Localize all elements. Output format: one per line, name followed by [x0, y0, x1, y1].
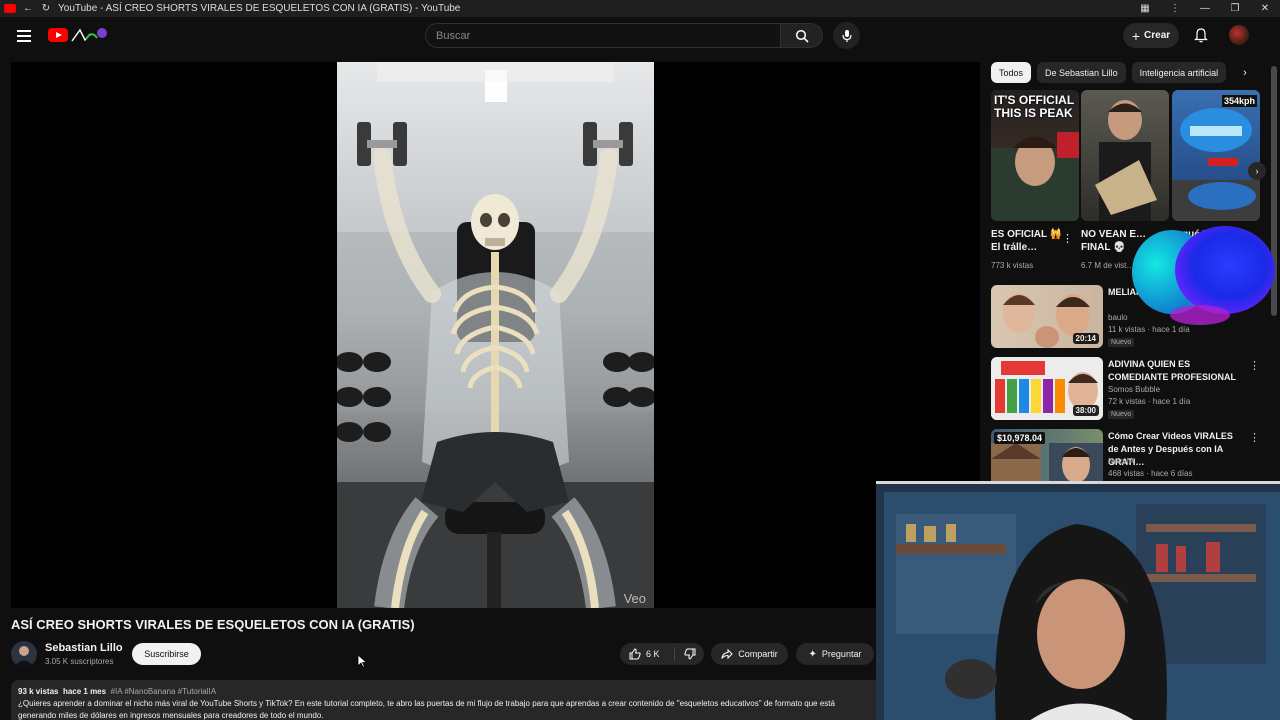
- view-count: 93 k vistas: [18, 687, 59, 696]
- chip-ai[interactable]: Inteligencia artificial: [1131, 62, 1227, 83]
- rec-1-duration: 20:14: [1072, 333, 1099, 344]
- short-2-image: [1095, 100, 1157, 221]
- dislike-button[interactable]: [675, 648, 704, 660]
- doodle-logo-icon: [71, 28, 107, 42]
- description-box[interactable]: 93 k vistas hace 1 mes #IA #NanoBanana #…: [11, 680, 881, 720]
- ask-label: Preguntar: [821, 649, 862, 659]
- veo-watermark: Veo: [623, 591, 646, 606]
- hashtags[interactable]: #IA #NanoBanana #TutorialIA: [111, 687, 217, 696]
- sparkle-icon: ✦: [808, 648, 817, 660]
- rec-2-meta: 72 k vistas · hace 1 día: [1108, 397, 1191, 406]
- close-button[interactable]: ✕: [1250, 3, 1280, 14]
- short-2-views: 6.7 M de vist…: [1081, 261, 1135, 270]
- webcam-streamer-image: [876, 484, 1280, 720]
- rec-2-duration: 38:00: [1072, 405, 1099, 416]
- youtube-favicon-icon: [4, 4, 16, 13]
- share-label: Compartir: [738, 649, 778, 659]
- channel-subscribers: 3.05 K suscriptores: [45, 657, 114, 666]
- minimize-button[interactable]: —: [1190, 3, 1220, 14]
- microphone-icon: [841, 29, 852, 42]
- recommendation-2[interactable]: 38:00 ADIVINA QUIEN ES COMEDIANTE PROFES…: [991, 357, 1261, 421]
- short-thumbnail-2[interactable]: [1081, 90, 1169, 221]
- floating-3d-blob-overlay: [1132, 226, 1275, 325]
- short-3-image: [1172, 108, 1260, 221]
- account-avatar[interactable]: [1229, 25, 1249, 45]
- voice-search-button[interactable]: [833, 22, 860, 49]
- rec-2-new-badge: Nuevo: [1108, 410, 1135, 419]
- chip-todos[interactable]: Todos: [991, 62, 1032, 83]
- video-player[interactable]: Veo: [11, 62, 980, 608]
- channel-avatar-image: [11, 641, 37, 667]
- masthead: Buscar + Crear: [0, 17, 1280, 55]
- short-1-overlay: IT'S OFFICIAL THIS IS PEAK: [994, 93, 1074, 120]
- rec-2-kebab-icon[interactable]: ⋮: [1249, 359, 1260, 372]
- rec-3-overlay: $10,978.04: [994, 432, 1046, 444]
- shorts-next-chevron-icon[interactable]: ›: [1248, 162, 1266, 180]
- video-title: ASÍ CREO SHORTS VIRALES DE ESQUELETOS CO…: [11, 617, 415, 632]
- filter-chips: Todos De Sebastian Lillo Inteligencia ar…: [991, 62, 1261, 84]
- short-1-kebab-icon[interactable]: ⋮: [1062, 232, 1073, 245]
- more-options-icon[interactable]: ⋮: [1160, 3, 1190, 14]
- rec-3-channel[interactable]: Nelo IA: [1108, 457, 1134, 466]
- channel-avatar[interactable]: [11, 641, 37, 667]
- youtube-play-icon: [48, 28, 68, 42]
- subscribe-button[interactable]: Suscribirse: [132, 643, 201, 665]
- create-label: Crear: [1144, 30, 1171, 41]
- short-1-title[interactable]: ES OFICIAL 🙀 El trálle…: [991, 228, 1063, 254]
- description-text: ¿Quieres aprender a dominar el nicho más…: [18, 699, 835, 720]
- like-button[interactable]: 6 K: [620, 647, 675, 661]
- browser-titlebar: ← ↻ YouTube - ASÍ CREO SHORTS VIRALES DE…: [0, 0, 1280, 17]
- skeleton-video-image: [337, 62, 654, 608]
- back-arrow-icon[interactable]: ←: [22, 3, 34, 15]
- hamburger-menu-icon[interactable]: [14, 26, 34, 46]
- rec-1-new-badge: Nuevo: [1108, 338, 1135, 347]
- youtube-logo[interactable]: [48, 26, 108, 44]
- search-icon: [795, 29, 809, 43]
- search-button[interactable]: [781, 23, 823, 48]
- plus-icon: +: [1131, 27, 1141, 44]
- rec-3-meta: 468 vistas · hace 6 días: [1108, 469, 1193, 478]
- ask-button[interactable]: ✦ Preguntar: [796, 643, 874, 665]
- rec-2-title: ADIVINA QUIEN ES COMEDIANTE PROFESIONAL: [1108, 359, 1237, 382]
- like-count: 6 K: [646, 649, 660, 659]
- rec-3-kebab-icon[interactable]: ⋮: [1249, 431, 1260, 444]
- like-dislike-group: 6 K: [620, 643, 704, 665]
- create-button[interactable]: + Crear: [1123, 23, 1179, 48]
- restore-button[interactable]: ❐: [1220, 3, 1250, 14]
- bell-icon: [1194, 27, 1208, 42]
- short-3-overlay: 354kph: [1221, 95, 1257, 107]
- upload-age: hace 1 mes: [62, 687, 107, 696]
- video-frame[interactable]: Veo: [337, 62, 654, 608]
- search-input[interactable]: Buscar: [425, 23, 781, 48]
- share-button[interactable]: Compartir: [711, 643, 788, 665]
- channel-name[interactable]: Sebastian Lillo: [45, 642, 123, 654]
- extensions-icon[interactable]: ▦: [1130, 3, 1160, 14]
- rec-2-channel[interactable]: Somos Bubble: [1108, 385, 1160, 394]
- window-title: YouTube - ASÍ CREO SHORTS VIRALES DE ESQ…: [58, 3, 461, 14]
- notifications-button[interactable]: [1192, 26, 1210, 44]
- chips-next-chevron-icon[interactable]: ›: [1236, 64, 1254, 82]
- thumbs-up-icon: [629, 648, 641, 660]
- rec-1-thumbnail[interactable]: 20:14: [991, 285, 1103, 348]
- mouse-cursor-icon: [357, 654, 367, 668]
- short-thumbnail-1[interactable]: IT'S OFFICIAL THIS IS PEAK: [991, 90, 1079, 221]
- rec-2-thumbnail[interactable]: 38:00: [991, 357, 1103, 420]
- search-placeholder: Buscar: [436, 29, 471, 42]
- rec-1-channel[interactable]: baulo: [1108, 313, 1128, 322]
- short-1-views: 773 k vistas: [991, 261, 1034, 270]
- reload-icon[interactable]: ↻: [40, 3, 52, 15]
- share-arrow-icon: [721, 648, 733, 660]
- webcam-overlay: [876, 481, 1280, 720]
- thumbs-down-icon: [683, 648, 695, 660]
- chip-channel[interactable]: De Sebastian Lillo: [1037, 62, 1126, 83]
- short-thumbnail-3[interactable]: 354kph: [1172, 90, 1260, 221]
